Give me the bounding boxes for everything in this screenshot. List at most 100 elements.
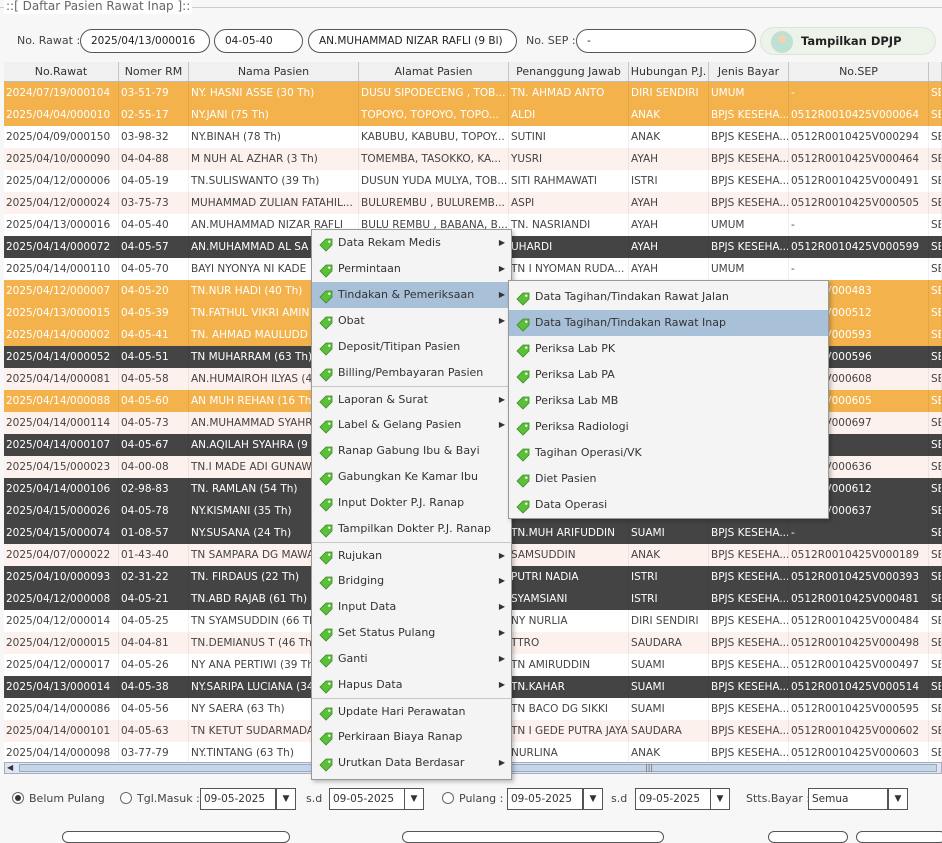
submenu-item[interactable]: Periksa Lab MB [509, 388, 828, 414]
menu-item[interactable]: Tindakan & Pemeriksaan ▶ [312, 282, 511, 308]
table-cell: BPJS KESEHA... [709, 742, 789, 762]
menu-item[interactable]: Billing/Pembayaran Pasien [312, 360, 511, 386]
column-header[interactable] [929, 62, 942, 81]
submenu-item[interactable]: Data Tagihan/Tindakan Rawat Jalan [509, 284, 828, 310]
table-cell: AYAH [629, 148, 709, 170]
table-cell: 2025/04/12/000015 [4, 632, 119, 654]
column-header[interactable]: No.SEP [789, 62, 929, 81]
table-cell: SUAMI [629, 654, 709, 676]
table-cell: SAUDARA [629, 632, 709, 654]
submenu-item[interactable]: Periksa Lab PK [509, 336, 828, 362]
belum-pulang-radio[interactable] [12, 792, 24, 804]
table-cell: 0512R0010425V000497 [789, 654, 929, 676]
table-row[interactable]: 2024/07/19/000104 03-51-79 NY. HASNI ASSE … [4, 82, 942, 104]
column-header[interactable]: Penanggung Jawab [509, 62, 629, 81]
pulang-from-dropdown[interactable]: ▼ [583, 788, 603, 810]
bottom-button-1[interactable] [768, 831, 848, 843]
menu-item[interactable]: Ganti ▶ [312, 646, 511, 672]
menu-item[interactable]: Label & Gelang Pasien ▶ [312, 412, 511, 438]
table-cell: ISTRI [629, 566, 709, 588]
menu-item[interactable]: Perkiraan Biaya Ranap [312, 724, 511, 750]
column-header[interactable]: Hubungan P.J. [629, 62, 709, 81]
menu-item[interactable]: Input Data ▶ [312, 594, 511, 620]
tag-icon [319, 549, 333, 565]
table-cell: YUSRI [509, 148, 629, 170]
menu-item[interactable]: Input Dokter P.J. Ranap [312, 490, 511, 516]
table-cell: SAMSUDDIN [509, 544, 629, 566]
menu-item[interactable]: Obat ▶ [312, 308, 511, 334]
scroll-left-icon[interactable]: ◀ [7, 763, 13, 772]
pulang-radio[interactable] [442, 792, 454, 804]
table-cell: 02-98-83 [119, 478, 189, 500]
table-cell: 02-55-17 [119, 104, 189, 126]
no-rm-field[interactable]: 04-05-40 [214, 29, 303, 53]
table-cell: SE [929, 566, 942, 588]
no-sep-field[interactable]: - [576, 29, 756, 53]
tgl-masuk-from-dropdown[interactable]: ▼ [276, 788, 296, 810]
table-row[interactable]: 2025/04/09/000150 03-98-32 NY.BINAH (78 Th… [4, 126, 942, 148]
submenu-item-label: Data Tagihan/Tindakan Rawat Inap [535, 316, 726, 329]
menu-item[interactable]: Hapus Data ▶ [312, 672, 511, 698]
table-row[interactable]: 2025/04/12/000024 03-75-73 MUHAMMAD ZULIAN… [4, 192, 942, 214]
menu-item[interactable]: Data Rekam Medis ▶ [312, 230, 511, 256]
menu-item[interactable]: Bridging ▶ [312, 568, 511, 594]
menu-item[interactable]: Deposit/Titipan Pasien [312, 334, 511, 360]
table-cell: 04-05-78 [119, 500, 189, 522]
submenu-item[interactable]: Periksa Lab PA [509, 362, 828, 388]
submenu-item[interactable]: Periksa Radiologi [509, 414, 828, 440]
column-header[interactable]: Jenis Bayar [709, 62, 789, 81]
tag-icon [319, 652, 333, 668]
menu-item[interactable]: Update Hari Perawatan [312, 698, 511, 724]
show-dpjp-button[interactable]: Tampilkan DPJP Ranap [760, 27, 936, 74]
menu-item[interactable]: Gabungkan Ke Kamar Ibu [312, 464, 511, 490]
stts-bayar-dropdown[interactable]: ▼ [888, 788, 908, 810]
stts-bayar-field[interactable]: Semua [808, 788, 888, 810]
menu-item[interactable]: Laporan & Surat ▶ [312, 386, 511, 412]
table-cell: 2025/04/12/000014 [4, 610, 119, 632]
menu-item[interactable]: Ranap Gabung Ibu & Bayi [312, 438, 511, 464]
pulang-to-dropdown[interactable]: ▼ [710, 788, 730, 810]
table-cell: SE [929, 126, 942, 148]
tgl-masuk-to-field[interactable]: 09-05-2025 [329, 788, 405, 810]
table-cell: 03-77-79 [119, 742, 189, 762]
table-row[interactable]: 2025/04/10/000090 04-04-88 M NUH AL AZHAR … [4, 148, 942, 170]
menu-item[interactable]: Permintaan ▶ [312, 256, 511, 282]
patient-name-field[interactable]: AN.MUHAMMAD NIZAR RAFLI (9 Bl) [308, 29, 517, 53]
table-row[interactable]: 2025/04/12/000006 04-05-19 TN.SULISWANTO (… [4, 170, 942, 192]
pulang-from-field[interactable]: 09-05-2025 [507, 788, 583, 810]
table-cell: SE [929, 632, 942, 654]
submenu-item[interactable]: Diet Pasien [509, 466, 828, 492]
table-cell: BPJS KESEHA... [709, 588, 789, 610]
table-cell: 2025/04/10/000090 [4, 148, 119, 170]
menu-item[interactable]: Rujukan ▶ [312, 542, 511, 568]
table-cell: TOPOYO, TOPOYO, TOPO... [359, 104, 509, 126]
submenu-item[interactable]: Tagihan Operasi/VK [509, 440, 828, 466]
no-rawat-field[interactable]: 2025/04/13/000016 [80, 29, 210, 53]
table-row[interactable]: 2025/04/04/000010 02-55-17 NY.JANI (75 Th)… [4, 104, 942, 126]
search-toolbar: No. Rawat : 2025/04/13/000016 04-05-40 A… [0, 24, 942, 74]
tgl-masuk-radio[interactable] [120, 792, 132, 804]
pulang-to-field[interactable]: 09-05-2025 [635, 788, 711, 810]
tgl-masuk-from-field[interactable]: 09-05-2025 [200, 788, 276, 810]
menu-item-label: Input Dokter P.J. Ranap [338, 496, 465, 509]
submenu-item[interactable]: Data Tagihan/Tindakan Rawat Inap [509, 310, 828, 336]
column-header[interactable]: Nomer RM [119, 62, 189, 81]
menu-item-label: Urutkan Data Berdasar [338, 756, 465, 769]
menu-item[interactable]: Tampilkan Dokter P.J. Ranap [312, 516, 511, 542]
table-cell: PUTRI NADIA [509, 566, 629, 588]
column-header[interactable]: Nama Pasien [189, 62, 359, 81]
tgl-masuk-to-dropdown[interactable]: ▼ [404, 788, 424, 810]
table-cell: 2025/04/15/000026 [4, 500, 119, 522]
bottom-button-2[interactable] [856, 831, 942, 843]
bottom-field-2[interactable] [402, 831, 664, 843]
table-cell: 03-98-32 [119, 126, 189, 148]
submenu-item[interactable]: Data Operasi [509, 492, 828, 518]
menu-item[interactable]: Urutkan Data Berdasar ▶ [312, 750, 511, 776]
column-header[interactable]: Alamat Pasien [359, 62, 509, 81]
bottom-field-1[interactable] [62, 831, 290, 843]
table-cell: SE [929, 346, 942, 368]
table-cell: SE [929, 456, 942, 478]
table-cell: - [789, 214, 929, 236]
column-header[interactable]: No.Rawat [4, 62, 119, 81]
menu-item[interactable]: Set Status Pulang ▶ [312, 620, 511, 646]
